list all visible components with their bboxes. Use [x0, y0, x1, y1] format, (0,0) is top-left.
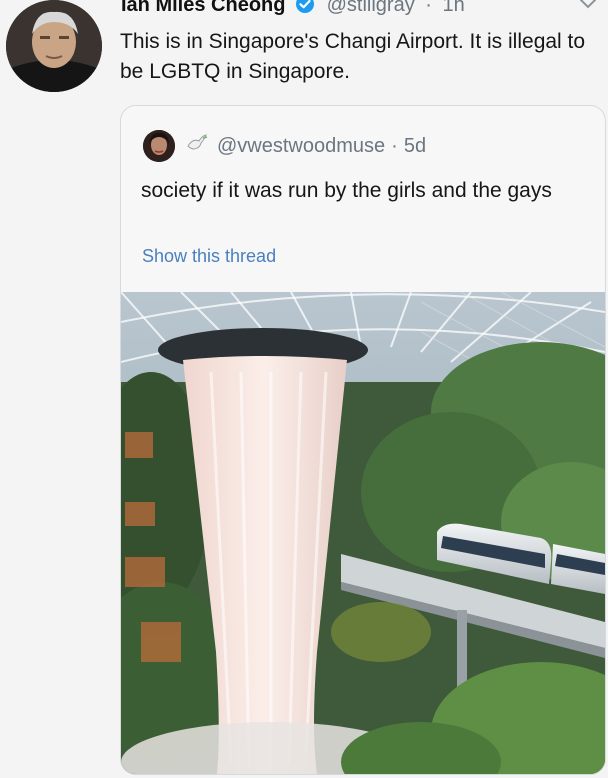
tweet-header: Ian Miles Cheong @stillgray · 1h [121, 0, 465, 18]
quoted-time-separator: · [391, 134, 398, 157]
quoted-author-handle[interactable]: @vwestwoodmuse [217, 135, 385, 158]
time-separator: · [425, 0, 432, 16]
quoted-tweet-header: @vwestwoodmuse · 5d [143, 130, 426, 162]
chevron-down-icon[interactable] [578, 0, 598, 17]
tweet-text: This is in Singapore's Changi Airport. I… [120, 30, 586, 83]
tweet-time[interactable]: 1h [443, 0, 465, 16]
quoted-tweet-text: society if it was run by the girls and t… [141, 179, 552, 202]
show-thread-link[interactable]: Show this thread [142, 246, 276, 267]
author-avatar-image [6, 0, 102, 92]
quoted-tweet-card[interactable]: @vwestwoodmuse · 5d society if it was ru… [120, 105, 606, 775]
author-avatar[interactable] [6, 0, 102, 92]
author-handle[interactable]: @stillgray [327, 0, 415, 16]
author-name[interactable]: Ian Miles Cheong [121, 0, 285, 16]
verified-badge-icon [295, 0, 315, 21]
waterfall-illustration [121, 292, 605, 774]
quoted-tweet-time[interactable]: 5d [404, 135, 426, 158]
quoted-tweet-image[interactable] [121, 292, 605, 774]
quoted-author-avatar[interactable] [143, 130, 175, 162]
dove-emoji-icon [185, 132, 209, 160]
